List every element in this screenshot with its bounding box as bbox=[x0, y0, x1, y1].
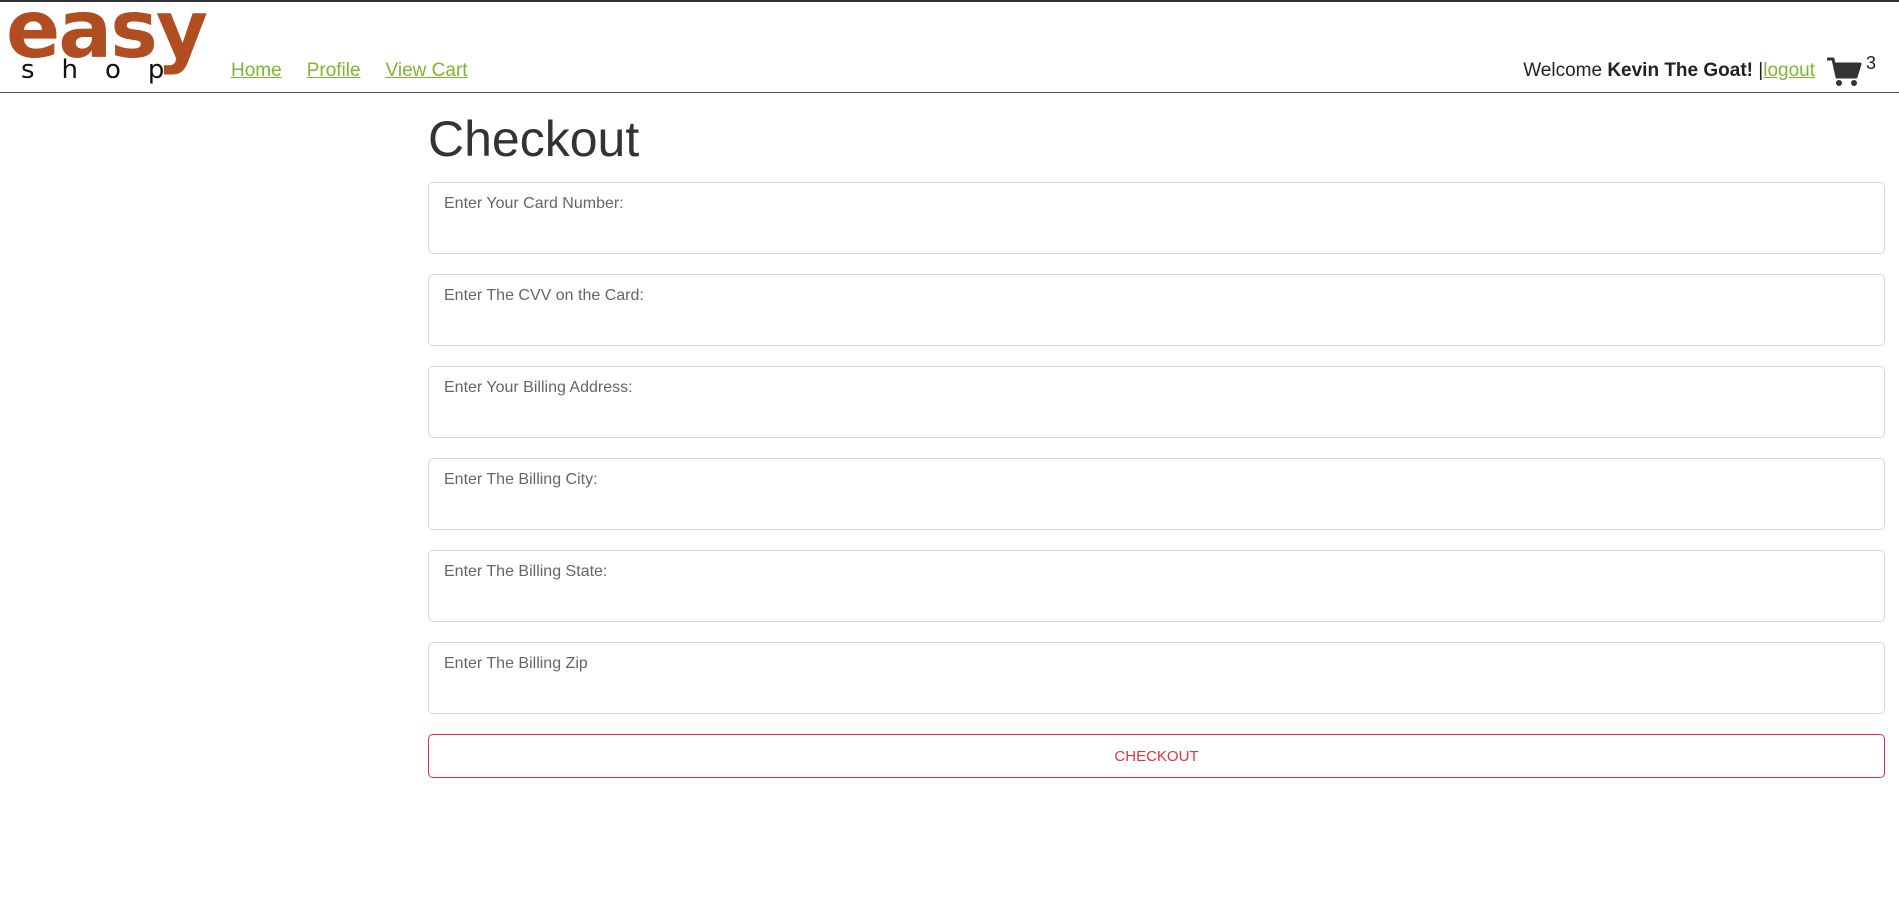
billing-zip-field[interactable]: Enter The Billing Zip bbox=[428, 642, 1885, 714]
card-number-label: Enter Your Card Number: bbox=[444, 195, 624, 212]
main-nav: Home Profile View Cart bbox=[231, 60, 468, 82]
billing-address-field[interactable]: Enter Your Billing Address: bbox=[428, 366, 1885, 438]
card-number-input[interactable] bbox=[444, 223, 1869, 247]
billing-city-field[interactable]: Enter The Billing City: bbox=[428, 458, 1885, 530]
billing-address-label: Enter Your Billing Address: bbox=[444, 379, 633, 396]
shopping-cart-icon bbox=[1827, 57, 1862, 86]
billing-state-label: Enter The Billing State: bbox=[444, 563, 608, 580]
user-name: Kevin The Goat! bbox=[1607, 60, 1753, 81]
logo-shop-text: shop bbox=[21, 55, 192, 85]
cvv-input[interactable] bbox=[444, 315, 1869, 339]
billing-zip-input[interactable] bbox=[444, 683, 1869, 707]
page-title: Checkout bbox=[428, 111, 640, 167]
card-number-field[interactable]: Enter Your Card Number: bbox=[428, 182, 1885, 254]
site-header: easy shop Home Profile View Cart Welcome… bbox=[0, 0, 1899, 93]
logout-link[interactable]: logout bbox=[1763, 60, 1815, 81]
cart-count-badge: 3 bbox=[1866, 53, 1877, 73]
easy-shop-logo[interactable]: easy shop bbox=[6, 0, 208, 90]
billing-address-input[interactable] bbox=[444, 407, 1869, 431]
billing-state-field[interactable]: Enter The Billing State: bbox=[428, 550, 1885, 622]
welcome-text: Welcome bbox=[1523, 60, 1603, 81]
billing-city-input[interactable] bbox=[444, 499, 1869, 523]
cvv-label: Enter The CVV on the Card: bbox=[444, 287, 644, 304]
nav-profile-link[interactable]: Profile bbox=[307, 60, 361, 82]
checkout-button[interactable]: CHECKOUT bbox=[428, 734, 1885, 778]
checkout-form: Enter Your Card Number: Enter The CVV on… bbox=[428, 182, 1885, 778]
billing-state-input[interactable] bbox=[444, 591, 1869, 615]
billing-city-label: Enter The Billing City: bbox=[444, 471, 598, 488]
cart-button[interactable]: 3 bbox=[1826, 53, 1886, 90]
nav-home-link[interactable]: Home bbox=[231, 60, 282, 82]
nav-view-cart-link[interactable]: View Cart bbox=[386, 60, 468, 82]
billing-zip-label: Enter The Billing Zip bbox=[444, 655, 588, 672]
user-greeting: Welcome Kevin The Goat! |logout bbox=[1523, 60, 1815, 82]
cvv-field[interactable]: Enter The CVV on the Card: bbox=[428, 274, 1885, 346]
